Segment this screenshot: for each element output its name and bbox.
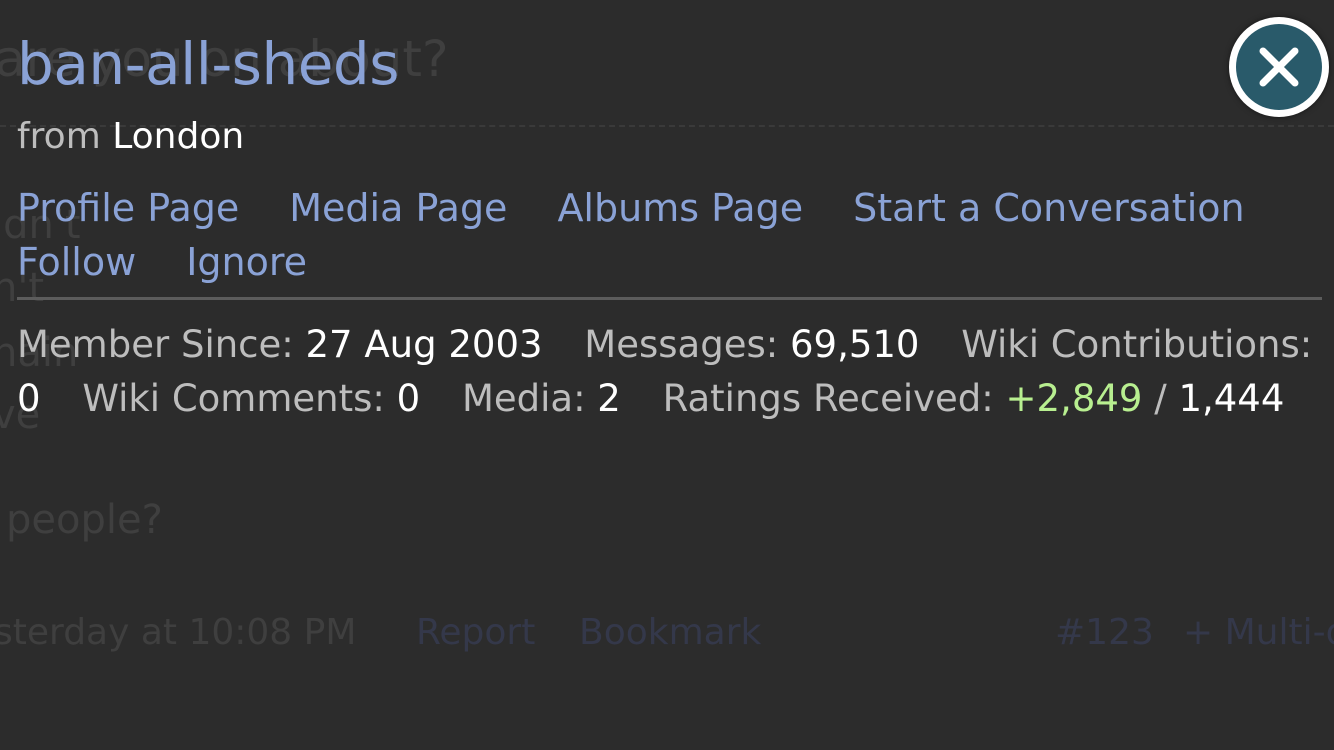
media-page-link[interactable]: Media Page bbox=[289, 186, 507, 230]
member-card: ban-all-sheds from London Profile Page Me… bbox=[0, 0, 1334, 750]
from-label: from bbox=[17, 116, 101, 157]
wiki-comments-label: Wiki Comments: bbox=[82, 377, 385, 420]
member-stats: Member Since: 27 Aug 2003 Messages: 69,5… bbox=[17, 318, 1322, 426]
member-location-line: from London bbox=[17, 116, 244, 157]
close-icon bbox=[1259, 47, 1299, 87]
ratings-separator: / bbox=[1154, 377, 1167, 420]
messages-label: Messages: bbox=[584, 323, 779, 366]
ratings-positive-value: +2,849 bbox=[1005, 377, 1143, 420]
member-since-value: 27 Aug 2003 bbox=[305, 323, 543, 366]
start-conversation-link[interactable]: Start a Conversation bbox=[853, 186, 1245, 230]
follow-link[interactable]: Follow bbox=[17, 240, 136, 284]
profile-page-link[interactable]: Profile Page bbox=[17, 186, 239, 230]
ratings-received-label: Ratings Received: bbox=[662, 377, 994, 420]
ignore-link[interactable]: Ignore bbox=[186, 240, 307, 284]
member-location: London bbox=[112, 116, 245, 157]
card-divider bbox=[17, 297, 1322, 300]
close-button[interactable] bbox=[1229, 17, 1329, 117]
media-label: Media: bbox=[461, 377, 586, 420]
wiki-comments-value: 0 bbox=[396, 377, 421, 420]
wiki-contributions-value: 0 bbox=[17, 377, 41, 420]
member-since-label: Member Since: bbox=[17, 323, 294, 366]
albums-page-link[interactable]: Albums Page bbox=[557, 186, 803, 230]
member-username[interactable]: ban-all-sheds bbox=[17, 30, 399, 98]
messages-value: 69,510 bbox=[789, 323, 920, 366]
member-links: Profile Page Media Page Albums Page Start a… bbox=[17, 186, 1317, 294]
wiki-contributions-label: Wiki Contributions: bbox=[961, 323, 1313, 366]
media-value: 2 bbox=[597, 377, 621, 420]
ratings-total-value: 1,444 bbox=[1178, 377, 1285, 420]
